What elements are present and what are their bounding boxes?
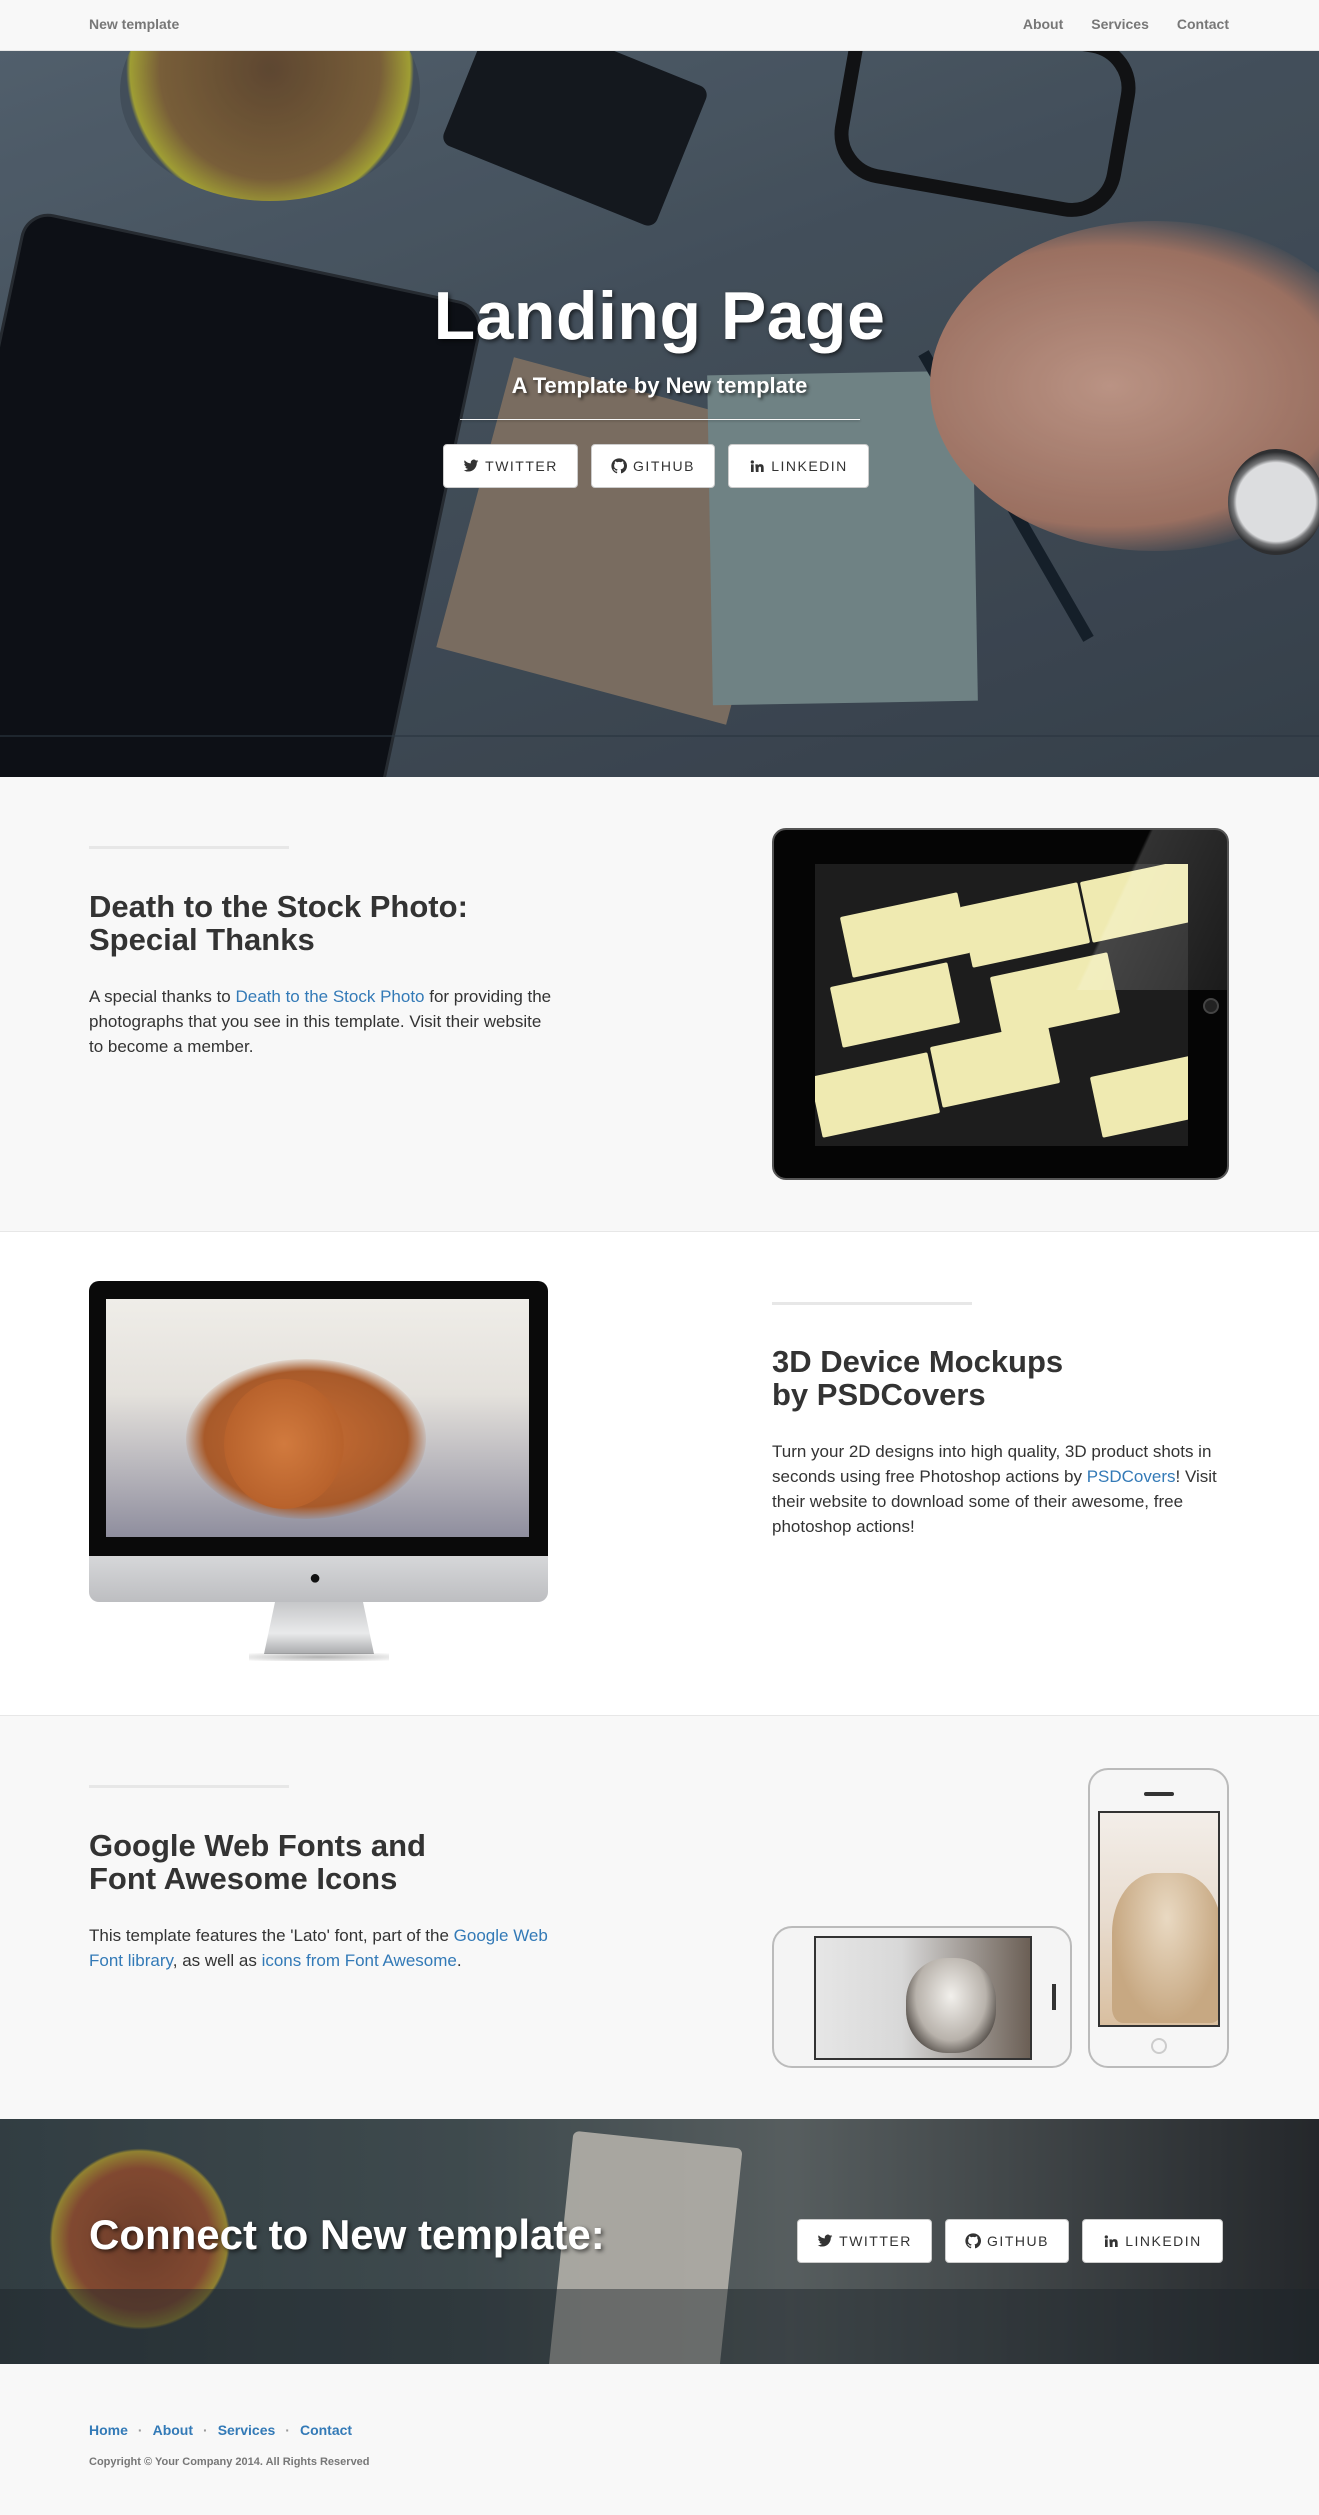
nav-link-about[interactable]: About (1023, 16, 1063, 32)
sticky-note (829, 962, 961, 1048)
section-body: Turn your 2D designs into high quality, … (772, 1439, 1236, 1539)
brand-link[interactable]: New template (89, 16, 179, 32)
nav-link-services[interactable]: Services (1091, 16, 1149, 32)
hero-social-buttons: Twitter Github Linkedin (443, 444, 869, 488)
banner-github-label: Github (987, 2233, 1049, 2249)
heading-line-2: Special Thanks (89, 922, 315, 957)
banner-social-buttons: Twitter Github Linkedin (797, 2219, 1223, 2263)
section-heading: Death to the Stock Photo: Special Thanks (89, 890, 468, 956)
apple-logo-icon: ● (309, 1567, 322, 1589)
section-body: This template features the 'Lato' font, … (89, 1923, 549, 1973)
copyright-text: Copyright © Your Company 2014. All Right… (89, 2456, 370, 2468)
section-heading: 3D Device Mockups by PSDCovers (772, 1345, 1063, 1411)
hero-linkedin-button[interactable]: Linkedin (728, 444, 869, 488)
footer-separator: · (203, 2422, 208, 2438)
imac-display (89, 1281, 548, 1556)
iphone-landscape-screen (814, 1936, 1032, 2060)
banner-twitter-button[interactable]: Twitter (797, 2219, 932, 2263)
hero-twitter-label: Twitter (485, 458, 558, 474)
linkedin-icon (750, 460, 764, 472)
dog-head (224, 1379, 344, 1509)
navbar: New template About Services Contact (0, 0, 1319, 51)
hero-twitter-button[interactable]: Twitter (443, 444, 578, 488)
psdcovers-link[interactable]: PSDCovers (1087, 1467, 1176, 1486)
sticky-note (929, 1022, 1061, 1108)
twitter-icon (817, 2234, 833, 2247)
linkedin-icon (1104, 2235, 1118, 2247)
body-text: This template features the 'Lato' font, … (89, 1926, 454, 1945)
heading-line-1: Google Web Fonts and (89, 1828, 426, 1863)
github-icon (965, 2233, 982, 2249)
death-to-stock-photo-link[interactable]: Death to the Stock Photo (235, 987, 424, 1006)
sticky-note (839, 892, 971, 978)
iphone-speaker (1144, 1792, 1174, 1796)
footer-link-services[interactable]: Services (218, 2422, 276, 2438)
hero-subtitle: A Template by New template (511, 373, 808, 398)
section-divider (89, 846, 289, 849)
banner-github-button[interactable]: Github (945, 2219, 1069, 2263)
imac-shadow (249, 1653, 389, 1661)
nav-links: About Services Contact (1023, 16, 1229, 32)
iphone-landscape-mockup-image (772, 1926, 1072, 2068)
connect-title: Connect to New template: (89, 2211, 605, 2258)
section-body: A special thanks to Death to the Stock P… (89, 984, 559, 1059)
footer-link-home[interactable]: Home (89, 2422, 128, 2438)
section-fonts-icons: Google Web Fonts and Font Awesome Icons … (0, 1716, 1319, 2119)
hero-banner: Landing Page A Template by New template … (0, 51, 1319, 777)
connect-banner: Connect to New template: Twitter Github … (0, 2119, 1319, 2364)
section-divider (89, 1785, 289, 1788)
github-icon (611, 458, 628, 474)
footer-link-contact[interactable]: Contact (300, 2422, 352, 2438)
heading-line-1: 3D Device Mockups (772, 1344, 1064, 1379)
section-stock-photo: Death to the Stock Photo: Special Thanks… (0, 777, 1319, 1232)
section-device-mockups: ● 3D Device Mockups by PSDCovers Turn yo… (0, 1232, 1319, 1716)
font-awesome-link[interactable]: icons from Font Awesome (262, 1951, 457, 1970)
hero-linkedin-label: Linkedin (771, 458, 848, 474)
body-text: A special thanks to (89, 987, 236, 1006)
footer-links: Home · About · Services · Contact (89, 2422, 352, 2438)
iphone-home-button (1151, 2038, 1167, 2054)
imac-stand (264, 1602, 374, 1654)
footer-link-about[interactable]: About (153, 2422, 193, 2438)
hero-github-label: Github (633, 458, 695, 474)
footer-separator: · (137, 2422, 143, 2438)
ipad-home-button (1203, 998, 1219, 1014)
dog-photo (906, 1958, 996, 2053)
hero-github-button[interactable]: Github (591, 444, 715, 488)
nav-link-contact[interactable]: Contact (1177, 16, 1229, 32)
banner-linkedin-button[interactable]: Linkedin (1082, 2219, 1223, 2263)
section-heading: Google Web Fonts and Font Awesome Icons (89, 1829, 426, 1895)
banner-linkedin-label: Linkedin (1125, 2233, 1202, 2249)
heading-line-1: Death to the Stock Photo: (89, 889, 468, 924)
iphone-speaker (1052, 1984, 1056, 2010)
section-divider (772, 1302, 972, 1305)
imac-mockup-image: ● (89, 1281, 548, 1661)
body-text: , as well as (172, 1951, 262, 1970)
ipad-mockup-image (772, 828, 1229, 1180)
hero-divider (460, 419, 860, 420)
twitter-icon (463, 459, 479, 472)
footer: Home · About · Services · Contact Copyri… (0, 2364, 1319, 2515)
iphone-portrait-screen (1098, 1811, 1220, 2027)
heading-line-2: Font Awesome Icons (89, 1861, 398, 1896)
heading-line-2: by PSDCovers (772, 1377, 986, 1412)
iphone-portrait-mockup-image (1088, 1768, 1229, 2068)
hero-title: Landing Page (433, 278, 886, 354)
hero-overlay (0, 51, 1319, 777)
ipad-glare (1027, 830, 1227, 990)
banner-twitter-label: Twitter (839, 2233, 912, 2249)
imac-screen (106, 1299, 529, 1537)
footer-separator: · (285, 2422, 290, 2438)
sticky-note (1089, 1052, 1188, 1138)
sticky-note (815, 1052, 941, 1138)
chair-photo (1112, 1873, 1218, 2023)
body-text: . (456, 1951, 462, 1970)
